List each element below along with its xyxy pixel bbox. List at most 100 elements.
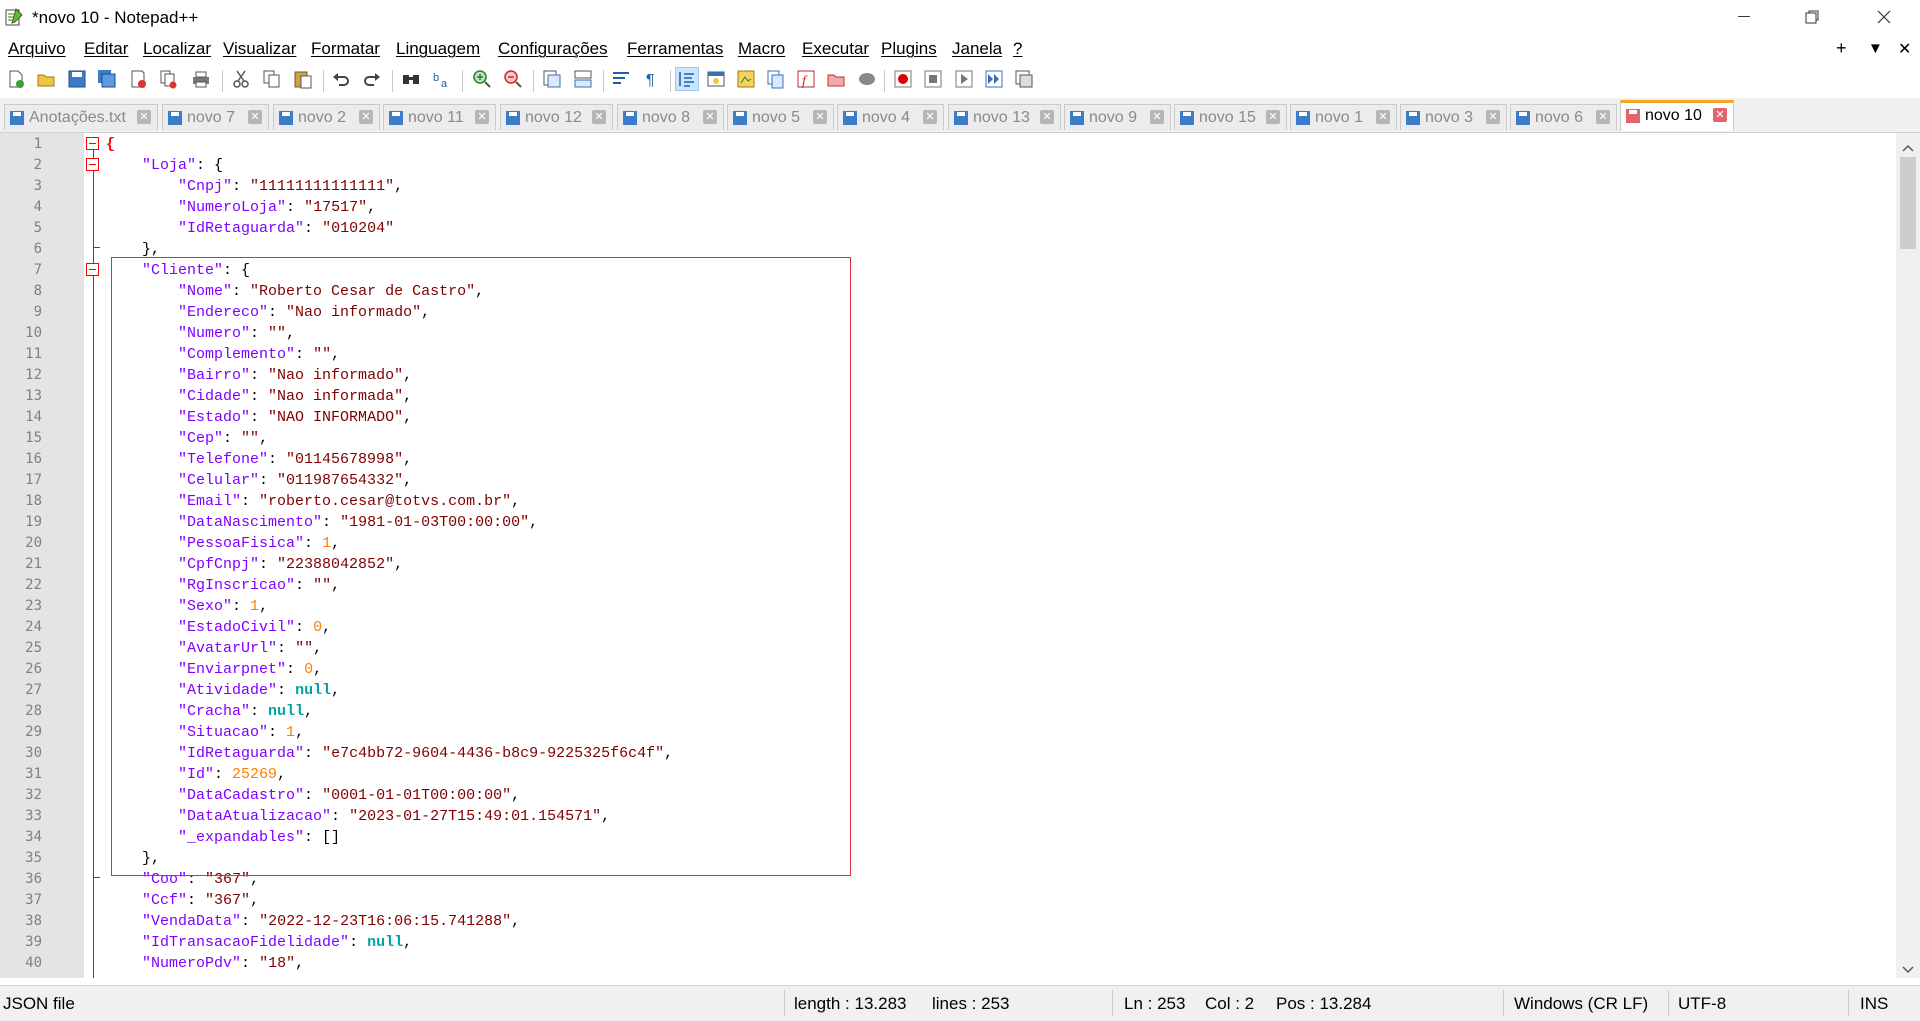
tab-close-icon[interactable]: ✕ [703, 110, 717, 124]
tab-novo-1[interactable]: novo 1 ✕ [1290, 104, 1397, 130]
menu-macro[interactable]: Macro [738, 39, 785, 59]
monitoring-icon[interactable] [856, 68, 878, 90]
function-list-icon[interactable]: f [795, 68, 817, 90]
tab-novo-3[interactable]: novo 3 ✕ [1400, 104, 1507, 130]
tab-novo-2[interactable]: novo 2 ✕ [273, 104, 380, 130]
paste-icon[interactable] [292, 68, 314, 90]
tab-novo-13[interactable]: novo 13 ✕ [948, 104, 1061, 130]
save-macro-icon[interactable] [1013, 68, 1035, 90]
restore-button[interactable] [1784, 0, 1840, 34]
replace-icon[interactable]: ba [431, 68, 453, 90]
menu-executar[interactable]: Executar [802, 39, 869, 59]
status-insert-mode[interactable]: INS [1860, 994, 1888, 1014]
zoom-in-icon[interactable] [471, 68, 493, 90]
tab-novo-7[interactable]: novo 7 ✕ [162, 104, 269, 130]
scroll-up-arrow-icon[interactable] [1902, 139, 1914, 157]
menu-help[interactable]: ? [1013, 39, 1022, 59]
menu-linguagem[interactable]: Linguagem [396, 39, 480, 59]
tab-close-icon[interactable]: ✕ [137, 110, 151, 124]
show-all-chars-icon[interactable]: ¶ [641, 68, 663, 90]
cut-icon[interactable] [230, 68, 252, 90]
tab-close-icon[interactable]: ✕ [1596, 110, 1610, 124]
new-file-icon[interactable] [5, 68, 27, 90]
record-macro-icon[interactable] [892, 68, 914, 90]
tab-close-icon[interactable]: ✕ [1266, 110, 1280, 124]
close-all-icon[interactable] [157, 68, 179, 90]
tab-novo-8[interactable]: novo 8 ✕ [617, 104, 724, 130]
menu-localizar[interactable]: Localizar [143, 39, 211, 59]
user-language-icon[interactable] [705, 68, 727, 90]
print-icon[interactable] [190, 68, 212, 90]
code-editor[interactable]: 1 2 3 4 5 6 7 8 9 10 11 12 13 14 15 16 17 18 19 20 21 22 23 24 2… [0, 133, 1920, 978]
open-file-icon[interactable] [35, 68, 57, 90]
tab-novo-5[interactable]: novo 5 ✕ [727, 104, 834, 130]
tab-close-icon[interactable]: ✕ [1713, 108, 1727, 122]
line-number: 11 [25, 346, 42, 362]
play-macro-icon[interactable] [953, 68, 975, 90]
tab-list-dropdown-button[interactable]: ▼ [1868, 40, 1883, 57]
fold-toggle-root[interactable] [86, 137, 99, 150]
tab-close-icon[interactable]: ✕ [923, 110, 937, 124]
zoom-out-icon[interactable] [502, 68, 524, 90]
tab-novo-10[interactable]: novo 10 ✕ [1620, 100, 1734, 131]
stop-macro-icon[interactable] [922, 68, 944, 90]
tab-close-icon[interactable]: ✕ [1486, 110, 1500, 124]
tab-novo-11[interactable]: novo 11 ✕ [383, 104, 496, 130]
tab-close-icon[interactable]: ✕ [592, 110, 606, 124]
code-token: "VendaData" [142, 913, 242, 930]
tab-novo-6[interactable]: novo 6 ✕ [1510, 104, 1617, 130]
vertical-scrollbar[interactable] [1896, 133, 1920, 978]
status-line-number[interactable]: Ln : 253 [1124, 994, 1185, 1014]
fold-toggle-loja[interactable] [86, 158, 99, 171]
menu-plugins[interactable]: Plugins [881, 39, 937, 59]
tab-anotacoes[interactable]: Anotações.txt ✕ [4, 104, 158, 130]
tab-close-icon[interactable]: ✕ [1040, 110, 1054, 124]
doc-map-icon[interactable] [735, 68, 757, 90]
redo-icon[interactable] [361, 68, 383, 90]
menu-arquivo[interactable]: Arquivo [8, 39, 66, 59]
save-icon[interactable] [66, 68, 88, 90]
menu-configuracoes[interactable]: Configurações [498, 39, 608, 59]
tab-close-icon[interactable]: ✕ [475, 110, 489, 124]
find-icon[interactable] [400, 68, 422, 90]
menu-editar[interactable]: Editar [84, 39, 128, 59]
indent-guide-icon[interactable] [675, 67, 699, 91]
menu-visualizar[interactable]: Visualizar [223, 39, 296, 59]
tab-novo-4[interactable]: novo 4 ✕ [837, 104, 944, 130]
close-document-button[interactable]: ✕ [1898, 39, 1911, 59]
doc-list-icon[interactable] [765, 68, 787, 90]
tab-novo-15[interactable]: novo 15 ✕ [1174, 104, 1287, 130]
menu-ferramentas[interactable]: Ferramentas [627, 39, 723, 59]
tab-close-icon[interactable]: ✕ [1150, 110, 1164, 124]
saved-file-icon [1295, 110, 1311, 126]
status-encoding[interactable]: UTF-8 [1678, 994, 1726, 1014]
tab-novo-9[interactable]: novo 9 ✕ [1064, 104, 1171, 130]
minimize-button[interactable] [1716, 0, 1772, 34]
word-wrap-icon[interactable] [610, 68, 632, 90]
tab-close-icon[interactable]: ✕ [248, 110, 262, 124]
scroll-down-arrow-icon[interactable] [1902, 961, 1914, 978]
folder-workspace-icon[interactable] [825, 68, 847, 90]
undo-icon[interactable] [330, 68, 352, 90]
scrollbar-thumb[interactable] [1900, 157, 1916, 249]
run-macro-multiple-icon[interactable] [983, 68, 1005, 90]
fold-toggle-cliente[interactable] [86, 263, 99, 276]
menu-formatar[interactable]: Formatar [311, 39, 380, 59]
tab-novo-12[interactable]: novo 12 ✕ [500, 104, 613, 130]
code-token: : [187, 892, 206, 909]
menu-janela[interactable]: Janela [952, 39, 1002, 59]
close-window-button[interactable] [1856, 0, 1912, 34]
sync-vertical-icon[interactable] [541, 68, 563, 90]
sync-horizontal-icon[interactable] [572, 68, 594, 90]
tab-close-icon[interactable]: ✕ [359, 110, 373, 124]
new-document-plus-button[interactable]: + [1836, 38, 1847, 59]
status-column[interactable]: Col : 2 [1205, 994, 1254, 1014]
tab-close-icon[interactable]: ✕ [1376, 110, 1390, 124]
status-position[interactable]: Pos : 13.284 [1276, 994, 1371, 1014]
copy-icon[interactable] [261, 68, 283, 90]
status-eol-format[interactable]: Windows (CR LF) [1514, 994, 1648, 1014]
close-file-icon[interactable] [127, 68, 149, 90]
tab-close-icon[interactable]: ✕ [813, 110, 827, 124]
save-all-icon[interactable] [96, 68, 118, 90]
